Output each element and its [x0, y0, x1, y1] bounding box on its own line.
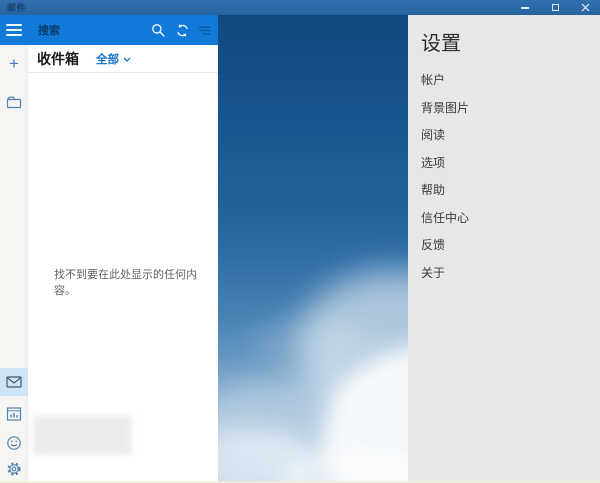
- minimize-button[interactable]: [510, 0, 540, 15]
- window-title: 邮件: [7, 1, 26, 14]
- settings-item-help[interactable]: 帮助: [421, 177, 600, 205]
- filter-label: 全部: [96, 51, 119, 67]
- empty-list-message: 找不到要在此处显示的任何内容。: [54, 266, 218, 298]
- mail-app-window: 邮件 搜索: [0, 0, 600, 483]
- search-icon[interactable]: [151, 23, 166, 38]
- settings-item-background-picture[interactable]: 背景图片: [421, 95, 600, 123]
- settings-item-reading[interactable]: 阅读: [421, 122, 600, 150]
- settings-item-options[interactable]: 选项: [421, 150, 600, 178]
- mail-nav-button[interactable]: [0, 368, 28, 396]
- search-placeholder: 搜索: [38, 22, 60, 38]
- calendar-nav-button[interactable]: [0, 400, 28, 426]
- window-controls: [510, 0, 600, 15]
- maximize-button[interactable]: [540, 0, 570, 15]
- close-button[interactable]: [570, 0, 600, 15]
- folder-icon: [6, 95, 22, 109]
- selection-mode-icon[interactable]: [197, 23, 212, 38]
- new-mail-button[interactable]: +: [0, 51, 28, 77]
- folders-button[interactable]: [0, 89, 28, 115]
- navigation-rail: +: [0, 45, 28, 483]
- mail-icon: [6, 376, 22, 388]
- folder-title: 收件箱: [37, 49, 79, 69]
- settings-list: 帐户 背景图片 阅读 选项 帮助 信任中心 反馈 关于: [421, 67, 600, 287]
- titlebar: 邮件: [0, 0, 600, 15]
- settings-item-trust-center[interactable]: 信任中心: [421, 205, 600, 233]
- feedback-button[interactable]: [0, 430, 28, 456]
- message-list-pane: 收件箱 全部 找不到要在此处显示的任何内容。: [28, 45, 218, 483]
- chevron-down-icon: [123, 57, 131, 62]
- settings-gear-icon: [6, 461, 22, 477]
- settings-panel: 设置 帐户 背景图片 阅读 选项 帮助 信任中心 反馈 关于: [408, 15, 600, 483]
- settings-button[interactable]: [0, 456, 28, 482]
- calendar-icon: [6, 406, 22, 421]
- settings-item-accounts[interactable]: 帐户: [421, 67, 600, 95]
- search-input[interactable]: 搜索: [38, 15, 60, 45]
- feedback-smiley-icon: [6, 435, 22, 451]
- redacted-account-label: [33, 416, 131, 455]
- search-toolbar: 搜索: [0, 15, 218, 45]
- sync-icon[interactable]: [175, 23, 190, 38]
- settings-title: 设置: [421, 27, 600, 56]
- background-image: [218, 15, 408, 483]
- add-icon: +: [9, 55, 19, 72]
- inbox-header: 收件箱 全部: [28, 45, 218, 73]
- hamburger-menu-button[interactable]: [6, 24, 22, 36]
- filter-dropdown[interactable]: 全部: [96, 51, 131, 67]
- settings-item-feedback[interactable]: 反馈: [421, 232, 600, 260]
- minimize-icon: [521, 7, 529, 9]
- maximize-icon: [552, 4, 559, 11]
- settings-item-about[interactable]: 关于: [421, 260, 600, 288]
- close-icon: [581, 3, 590, 12]
